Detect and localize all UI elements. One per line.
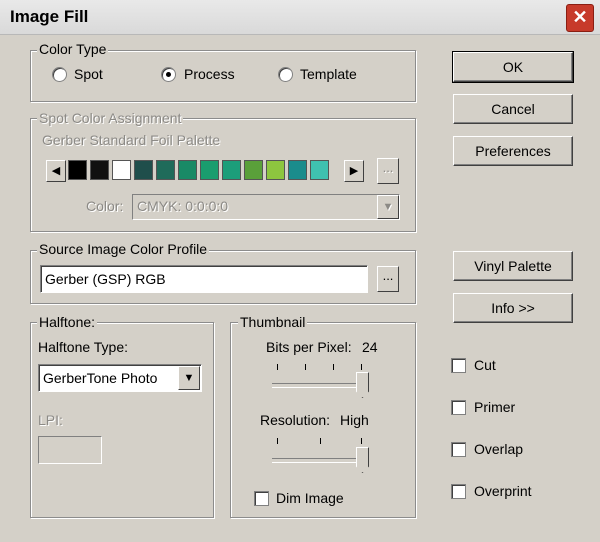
dim-image-label: Dim Image — [276, 490, 344, 506]
overprint-checkbox[interactable] — [451, 484, 466, 499]
title-bar[interactable] — [0, 0, 600, 35]
palette-scroll-right[interactable]: ▶ — [344, 160, 364, 182]
cancel-button[interactable]: Cancel — [453, 94, 573, 124]
overlap-label: Overlap — [474, 441, 524, 457]
palette-swatch[interactable] — [244, 160, 263, 180]
palette-swatch[interactable] — [68, 160, 87, 180]
palette-swatch[interactable] — [90, 160, 109, 180]
chevron-down-icon: ▼ — [183, 372, 195, 384]
color-select-value: CMYK: 0:0:0:0 — [137, 198, 229, 214]
bpp-slider-track[interactable] — [272, 383, 368, 388]
overlap-checkbox[interactable] — [451, 442, 466, 457]
source-profile-legend: Source Image Color Profile — [37, 241, 210, 257]
bpp-label: Bits per Pixel: — [266, 339, 352, 355]
cut-label: Cut — [474, 357, 496, 373]
close-button[interactable]: ✕ — [566, 4, 594, 32]
resolution-tick — [361, 438, 362, 444]
cut-checkbox[interactable] — [451, 358, 466, 373]
radio-template-label: Template — [300, 66, 357, 82]
spot-color-legend: Spot Color Assignment — [37, 110, 184, 126]
radio-process-label: Process — [184, 66, 235, 82]
resolution-tick — [277, 438, 278, 444]
ok-button[interactable]: OK — [452, 51, 574, 83]
vinyl-palette-button[interactable]: Vinyl Palette — [453, 251, 573, 281]
halftone-type-select[interactable]: GerberTone Photo ▼ — [38, 364, 202, 392]
palette-swatch[interactable] — [200, 160, 219, 180]
lpi-label: LPI: — [38, 412, 63, 428]
palette-swatch[interactable] — [112, 160, 131, 180]
primer-label: Primer — [474, 399, 516, 415]
radio-process-dot — [166, 72, 171, 77]
resolution-value: High — [340, 412, 369, 428]
resolution-label: Resolution: — [260, 412, 331, 428]
palette-swatch[interactable] — [178, 160, 197, 180]
radio-template[interactable] — [278, 67, 293, 82]
palette-swatch[interactable] — [222, 160, 241, 180]
close-icon: ✕ — [572, 7, 588, 27]
halftone-type-label: Halftone Type: — [38, 339, 129, 355]
palette-name: Gerber Standard Foil Palette — [42, 132, 221, 148]
preferences-button[interactable]: Preferences — [453, 136, 573, 166]
dim-image-checkbox[interactable] — [254, 491, 269, 506]
bpp-tick — [305, 364, 306, 370]
primer-checkbox[interactable] — [451, 400, 466, 415]
color-type-legend: Color Type — [37, 41, 109, 57]
chevron-down-icon: ▼ — [382, 201, 394, 213]
arrow-right-icon: ▶ — [349, 165, 359, 177]
overprint-label: Overprint — [474, 483, 532, 499]
halftone-type-value: GerberTone Photo — [43, 370, 158, 386]
color-label: Color: — [86, 198, 124, 214]
source-profile-browse-button[interactable]: ... — [377, 266, 399, 292]
bpp-tick — [333, 364, 334, 370]
halftone-type-arrow[interactable]: ▼ — [178, 366, 200, 390]
bpp-tick — [277, 364, 278, 370]
palette-swatch[interactable] — [156, 160, 175, 180]
source-profile-field[interactable]: Gerber (GSP) RGB — [40, 265, 368, 293]
palette-swatch[interactable] — [310, 160, 329, 180]
resolution-tick — [320, 438, 321, 444]
palette-scroll-left[interactable]: ◀ — [46, 160, 66, 182]
radio-process[interactable] — [161, 67, 176, 82]
palette-swatch[interactable] — [134, 160, 153, 180]
palette-swatch[interactable] — [288, 160, 307, 180]
bpp-tick — [361, 364, 362, 370]
color-select[interactable]: CMYK: 0:0:0:0 ▼ — [132, 194, 400, 220]
radio-spot-label: Spot — [74, 66, 103, 82]
thumbnail-legend: Thumbnail — [238, 314, 308, 330]
color-select-arrow[interactable]: ▼ — [377, 195, 399, 219]
halftone-legend: Halftone: — [37, 314, 98, 330]
window-title: Image Fill — [10, 7, 89, 26]
palette-browse-button[interactable]: ... — [377, 158, 399, 184]
palette-swatches — [68, 160, 340, 180]
arrow-left-icon: ◀ — [51, 165, 61, 177]
resolution-slider-track[interactable] — [272, 458, 368, 463]
palette-swatch[interactable] — [266, 160, 285, 180]
info-button[interactable]: Info >> — [453, 293, 573, 323]
radio-spot[interactable] — [52, 67, 67, 82]
lpi-field[interactable] — [38, 436, 102, 464]
bpp-value: 24 — [362, 339, 378, 355]
